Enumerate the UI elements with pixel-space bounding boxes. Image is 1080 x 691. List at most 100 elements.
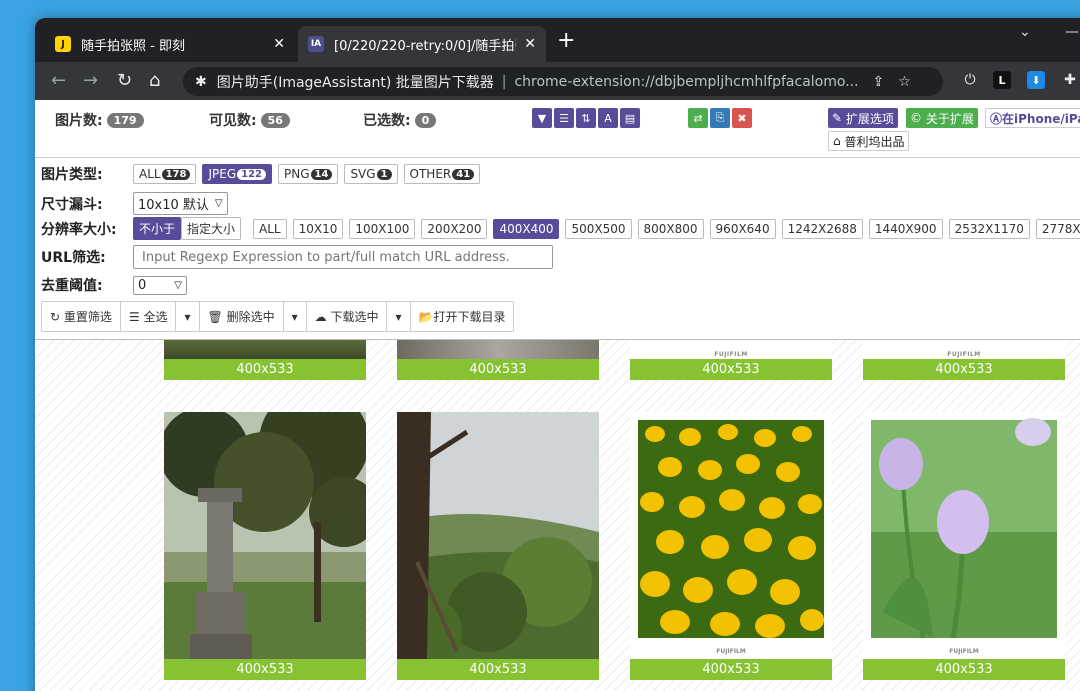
action-toolbar: ↻ 重置筛选 ☰ 全选 ▾ 🗑 删除选中 ▾ ☁ 下载选中 ▾ 📂 打开下载目录	[41, 301, 515, 332]
delete-dropdown[interactable]: ▾	[284, 302, 307, 331]
open-download-folder-button[interactable]: 📂 打开下载目录	[411, 302, 514, 331]
tab-title: 随手拍张照 - 即刻	[81, 38, 185, 54]
total-badge: 179	[106, 113, 144, 128]
file-icon[interactable]: ⎘	[710, 108, 730, 128]
mode-not-less-than[interactable]: 不小于	[133, 217, 182, 240]
visible-count: 可见数: 56	[209, 110, 290, 130]
app-icon: Ⓐ	[990, 111, 1003, 126]
about-extension-button[interactable]: © 关于扩展	[906, 108, 978, 128]
stats-bar: 图片数: 179 可见数: 56 已选数: 0 ▼ ☰ ⇅ A ▤ ⇄ ⎘ ✖ ✎ 扩	[35, 100, 1080, 158]
image-thumbnail: FUJIFILM	[630, 412, 832, 659]
swap-icon[interactable]: ⇄	[688, 108, 708, 128]
list-icon[interactable]: ☰	[554, 108, 574, 128]
type-count-badge: 178	[161, 168, 191, 180]
clear-icon[interactable]: ✖	[732, 108, 752, 128]
image-type-row: 图片类型: ALL 178 JPEG 122 PNG 14 SVG 1 OTHER 41	[41, 164, 486, 184]
tab-jike[interactable]: J 随手拍张照 - 即刻 ✕	[45, 26, 295, 62]
type-filter-jpeg[interactable]: JPEG 122	[202, 164, 272, 184]
image-size-label: 400x533	[164, 659, 366, 680]
type-count-badge: 41	[452, 168, 475, 180]
resolution-1242x2688[interactable]: 1242X2688	[781, 218, 863, 239]
trash-icon: 🗑	[207, 309, 227, 324]
credit-link[interactable]: ⌂ 普利坞出品	[828, 131, 910, 151]
extensions-puzzle-icon[interactable]: ✚	[1061, 71, 1079, 89]
sort-icon[interactable]: ⇅	[576, 108, 596, 128]
resolution-row: 分辨率大小: 不小于 指定大小 ALL 10X10 100X100 200X200 40…	[41, 217, 1080, 240]
close-tab-icon[interactable]: ✕	[273, 36, 285, 52]
type-filter-png[interactable]: PNG 14	[278, 164, 339, 184]
download-selected-button[interactable]: ☁ 下载选中	[307, 302, 388, 331]
image-card[interactable]: 400x533	[164, 412, 366, 680]
image-card[interactable]: 400x533	[164, 340, 366, 380]
bookmark-star-icon[interactable]: ☆	[898, 74, 911, 90]
download-dropdown[interactable]: ▾	[387, 302, 411, 331]
caret-down-icon: ▾	[184, 309, 191, 324]
resolution-2532x1170[interactable]: 2532X1170	[948, 218, 1030, 239]
image-assistant-panel: 图片数: 179 可见数: 56 已选数: 0 ▼ ☰ ⇅ A ▤ ⇄ ⎘ ✖ ✎ 扩	[35, 100, 1080, 340]
view-tools: ▼ ☰ ⇅ A ▤	[532, 108, 642, 128]
select-tools: ⇄ ⎘ ✖	[688, 108, 754, 128]
image-card[interactable]: FUJIFILM 400x533	[863, 340, 1065, 380]
image-card[interactable]: 400x533	[397, 412, 599, 680]
iphone-button[interactable]: Ⓐ 在iPhone/iPa	[985, 108, 1080, 128]
tab-search-icon[interactable]: ⌄	[1019, 24, 1031, 40]
url-filter-input[interactable]	[133, 245, 553, 269]
image-card[interactable]: 400x533	[397, 340, 599, 380]
list-icon: ☰	[128, 309, 144, 324]
layout-icon[interactable]: ▤	[620, 108, 640, 128]
minimize-button[interactable]: —	[1065, 24, 1079, 40]
address-bar[interactable]: ✱ 图片助手(ImageAssistant) 批量图片下载器 | chrome-…	[183, 67, 943, 96]
size-funnel-select[interactable]: 10x10 默认 ▽	[133, 192, 228, 215]
tab-image-assistant[interactable]: IA [0/220/220-retry:0/0]/随手拍张 ✕	[298, 26, 546, 62]
image-card[interactable]: FUJIFILM 400x533	[630, 412, 832, 680]
image-thumbnail: FUJIFILM	[863, 412, 1065, 659]
type-filter-svg[interactable]: SVG 1	[344, 164, 398, 184]
fujifilm-watermark: FUJIFILM	[714, 351, 748, 358]
new-tab-button[interactable]: +	[557, 30, 575, 52]
type-filter-other[interactable]: OTHER 41	[403, 164, 481, 184]
extension-l-icon[interactable]: L	[993, 71, 1011, 89]
resolution-10x10[interactable]: 10X10	[292, 218, 344, 239]
filter-icon[interactable]: ▼	[532, 108, 552, 128]
cloud-download-icon: ☁	[314, 309, 331, 324]
download-extension-icon[interactable]: ⬇	[1027, 71, 1045, 89]
image-card[interactable]: FUJIFILM 400x533	[630, 340, 832, 380]
image-card[interactable]: FUJIFILM 400x533	[863, 412, 1065, 680]
resolution-2778x1284[interactable]: 2778X1284	[1035, 218, 1080, 239]
forward-arrow-icon[interactable]: →	[83, 70, 98, 91]
resolution-960x640[interactable]: 960X640	[709, 218, 776, 239]
wrench-icon: ✎	[832, 111, 846, 125]
image-thumbnail	[164, 412, 366, 659]
share-icon[interactable]: ⇪	[873, 74, 885, 90]
select-all-button[interactable]: ☰ 全选	[121, 302, 177, 331]
caret-down-icon: ▾	[395, 309, 402, 324]
resolution-all[interactable]: ALL	[253, 218, 287, 239]
power-icon[interactable]: ⏻	[961, 71, 979, 89]
refresh-icon: ↻	[50, 309, 64, 324]
dedupe-select[interactable]: 0 ▽	[133, 275, 187, 295]
resolution-200x200[interactable]: 200X200	[421, 218, 488, 239]
resolution-100x100[interactable]: 100X100	[349, 218, 416, 239]
tab-strip: J 随手拍张照 - 即刻 ✕ IA [0/220/220-retry:0/0]/…	[35, 18, 1080, 62]
font-icon[interactable]: A	[598, 108, 618, 128]
delete-selected-button[interactable]: 🗑 删除选中	[200, 302, 284, 331]
image-size-label: 400x533	[164, 359, 366, 380]
size-funnel-row: 尺寸漏斗: 10x10 默认 ▽	[41, 192, 228, 215]
resolution-800x800[interactable]: 800X800	[637, 218, 704, 239]
back-arrow-icon[interactable]: ←	[51, 70, 66, 91]
image-size-label: 400x533	[863, 359, 1065, 380]
select-all-dropdown[interactable]: ▾	[176, 302, 200, 331]
resolution-500x500[interactable]: 500X500	[565, 218, 632, 239]
extension-options-button[interactable]: ✎ 扩展选项	[828, 108, 898, 128]
type-filter-all[interactable]: ALL 178	[133, 164, 197, 184]
reload-icon[interactable]: ↻	[117, 70, 132, 91]
reset-filter-button[interactable]: ↻ 重置筛选	[42, 302, 121, 331]
resolution-400x400[interactable]: 400X400	[493, 218, 560, 239]
mode-exact-size[interactable]: 指定大小	[181, 217, 242, 240]
home-icon[interactable]: ⌂	[149, 70, 160, 91]
yellow-tulips-photo: FUJIFILM	[630, 412, 832, 659]
resolution-1440x900[interactable]: 1440X900	[868, 218, 943, 239]
close-tab-icon[interactable]: ✕	[524, 36, 536, 52]
jike-favicon-icon: J	[55, 36, 71, 52]
folder-open-icon: 📂	[418, 309, 434, 324]
